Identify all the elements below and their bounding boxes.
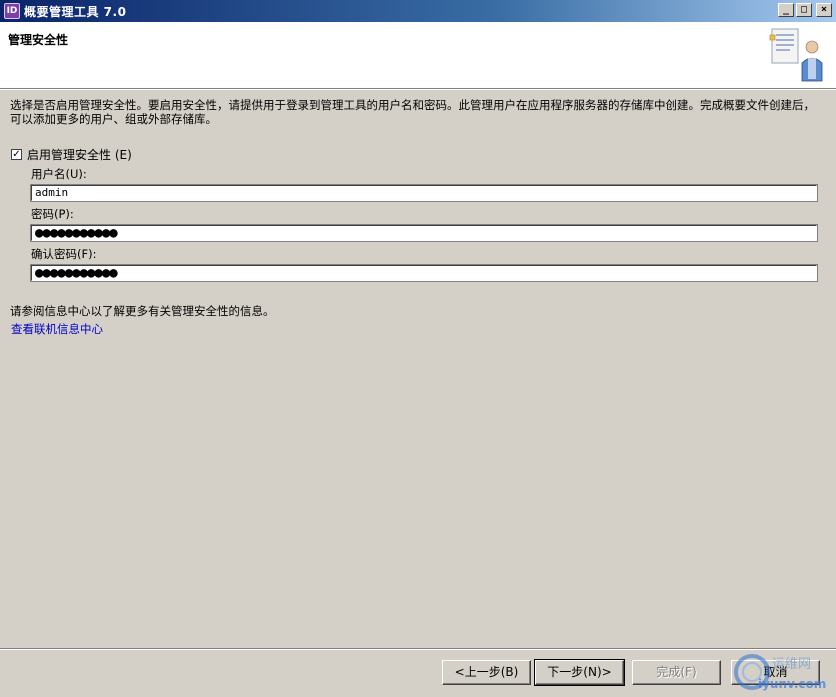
window-controls: _ □ × [778, 3, 832, 17]
site-watermark-logo: 运维网 iyunv.com [734, 654, 826, 691]
app-icon: ID [4, 3, 20, 19]
online-info-center-link[interactable]: 查看联机信息中心 [11, 321, 103, 337]
security-user-icon [769, 28, 823, 82]
password-label: 密码(P): [31, 207, 74, 221]
footer-divider-highlight [0, 649, 836, 650]
watermark-text-cn: 运维网 [772, 657, 811, 672]
info-text: 请参阅信息中心以了解更多有关管理安全性的信息。 [10, 304, 275, 318]
confirm-password-label: 确认密码(F): [31, 247, 97, 261]
page-title: 管理安全性 [8, 33, 69, 47]
username-input[interactable]: admin [30, 184, 818, 202]
confirm-password-input[interactable]: ●●●●●●●●●●● [30, 264, 818, 282]
wizard-header: 管理安全性 [0, 22, 836, 89]
maximize-button[interactable]: □ [796, 3, 812, 17]
enable-security-row[interactable]: ✓ 启用管理安全性 (E) [11, 146, 132, 163]
watermark-text-en: iyunv.com [758, 677, 826, 691]
description-text: 选择是否启用管理安全性。要启用安全性，请提供用于登录到管理工具的用户名和密码。此… [10, 98, 815, 126]
username-label: 用户名(U): [31, 167, 87, 181]
enable-security-checkbox[interactable]: ✓ [11, 149, 22, 160]
password-input[interactable]: ●●●●●●●●●●● [30, 224, 818, 242]
minimize-button[interactable]: _ [778, 3, 794, 17]
close-button[interactable]: × [816, 3, 832, 17]
header-divider [0, 89, 836, 90]
next-button[interactable]: 下一步(N)> [534, 659, 625, 686]
enable-security-label: 启用管理安全性 (E) [27, 148, 132, 162]
window-title-bar[interactable]: ID 概要管理工具 7.0 _ □ × [0, 0, 836, 22]
back-button[interactable]: <上一步(B) [442, 660, 531, 685]
finish-button[interactable]: 完成(F) [632, 660, 721, 685]
window-title: 概要管理工具 7.0 [24, 4, 127, 19]
